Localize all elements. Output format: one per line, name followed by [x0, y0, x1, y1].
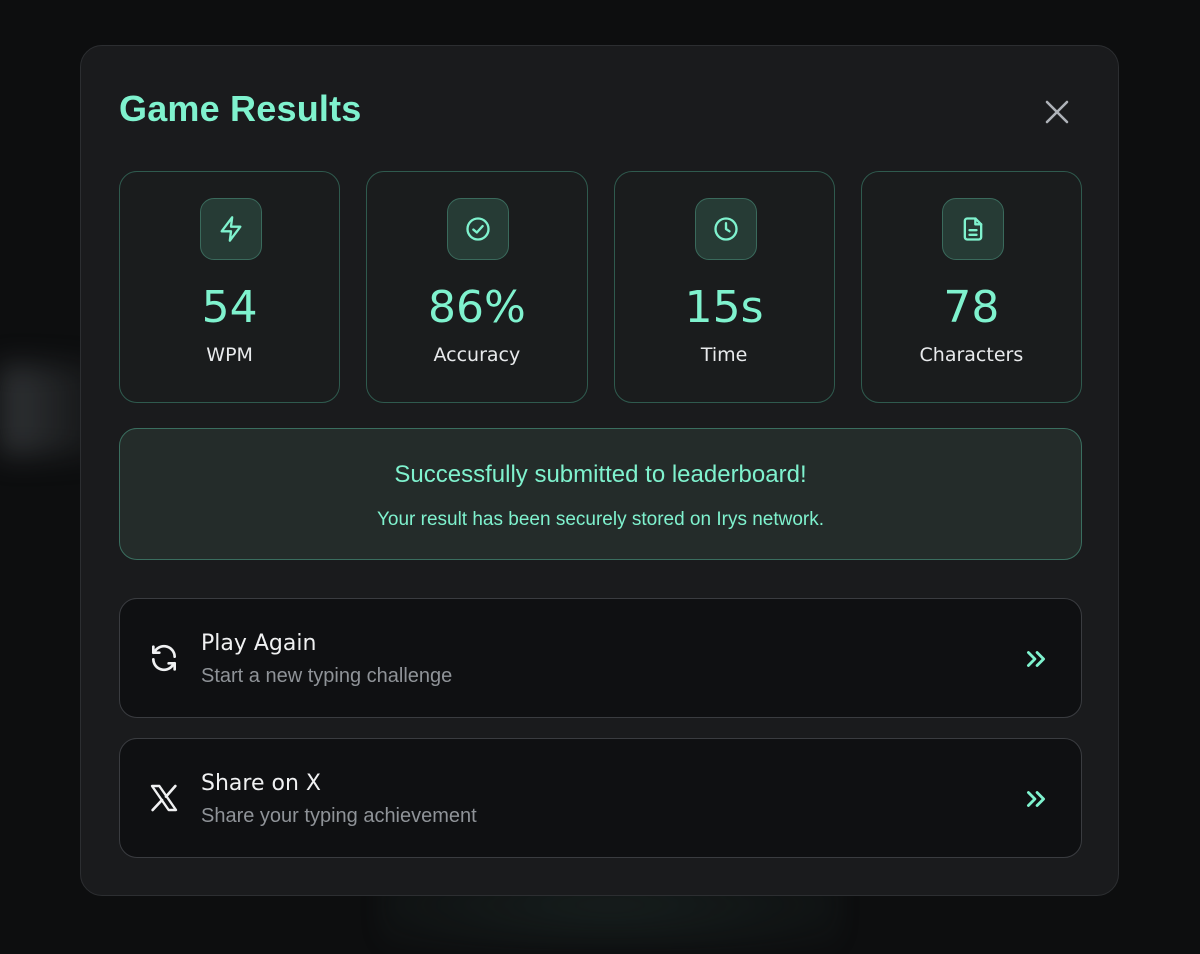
stat-value: 78	[943, 282, 1000, 333]
stat-card-time: 15s Time	[613, 171, 835, 403]
document-icon	[963, 217, 983, 241]
share-title: Share on X	[201, 771, 321, 796]
stats-row: 54 WPM 86% Accuracy 15s Time 78 Characte…	[119, 171, 1082, 403]
stat-value: 86%	[427, 282, 526, 333]
share-on-x-button[interactable]: Share on X Share your typing achievement	[119, 738, 1082, 858]
share-subtitle: Share your typing achievement	[201, 805, 477, 827]
success-heading: Successfully submitted to leaderboard!	[394, 461, 807, 488]
stat-value: 15s	[684, 282, 764, 333]
check-circle-icon	[466, 217, 490, 241]
stat-label: Time	[700, 344, 748, 366]
game-results-modal: Game Results 54 WPM 86% Accuracy 15s Tim…	[80, 45, 1119, 896]
stat-icon-box	[200, 198, 262, 260]
stat-label: WPM	[206, 344, 253, 366]
chevrons-right-icon	[1020, 643, 1052, 675]
action-icon-wrap	[146, 780, 182, 816]
close-icon	[1045, 100, 1069, 124]
close-button[interactable]	[1037, 92, 1077, 132]
stat-label: Characters	[919, 344, 1024, 366]
stat-label: Accuracy	[433, 344, 521, 366]
stat-card-accuracy: 86% Accuracy	[366, 171, 588, 403]
stat-icon-box	[941, 198, 1004, 260]
clock-icon	[713, 217, 738, 241]
chevrons-right-icon	[1020, 783, 1052, 815]
refresh-icon	[152, 644, 176, 672]
modal-title: Game Results	[119, 88, 362, 129]
action-icon-wrap	[146, 640, 182, 676]
x-logo-icon	[150, 784, 178, 812]
stat-icon-box	[694, 198, 757, 260]
stat-card-wpm: 54 WPM	[119, 171, 341, 403]
play-again-subtitle: Start a new typing challenge	[201, 665, 453, 687]
play-again-button[interactable]: Play Again Start a new typing challenge	[119, 598, 1082, 718]
success-notice: Successfully submitted to leaderboard! Y…	[119, 428, 1082, 560]
success-subtext: Your result has been securely stored on …	[376, 509, 825, 530]
stat-icon-box	[447, 198, 510, 260]
stat-card-characters: 78 Characters	[860, 171, 1082, 403]
lightning-icon	[220, 216, 242, 242]
stat-value: 54	[201, 282, 258, 333]
play-again-title: Play Again	[201, 631, 317, 656]
